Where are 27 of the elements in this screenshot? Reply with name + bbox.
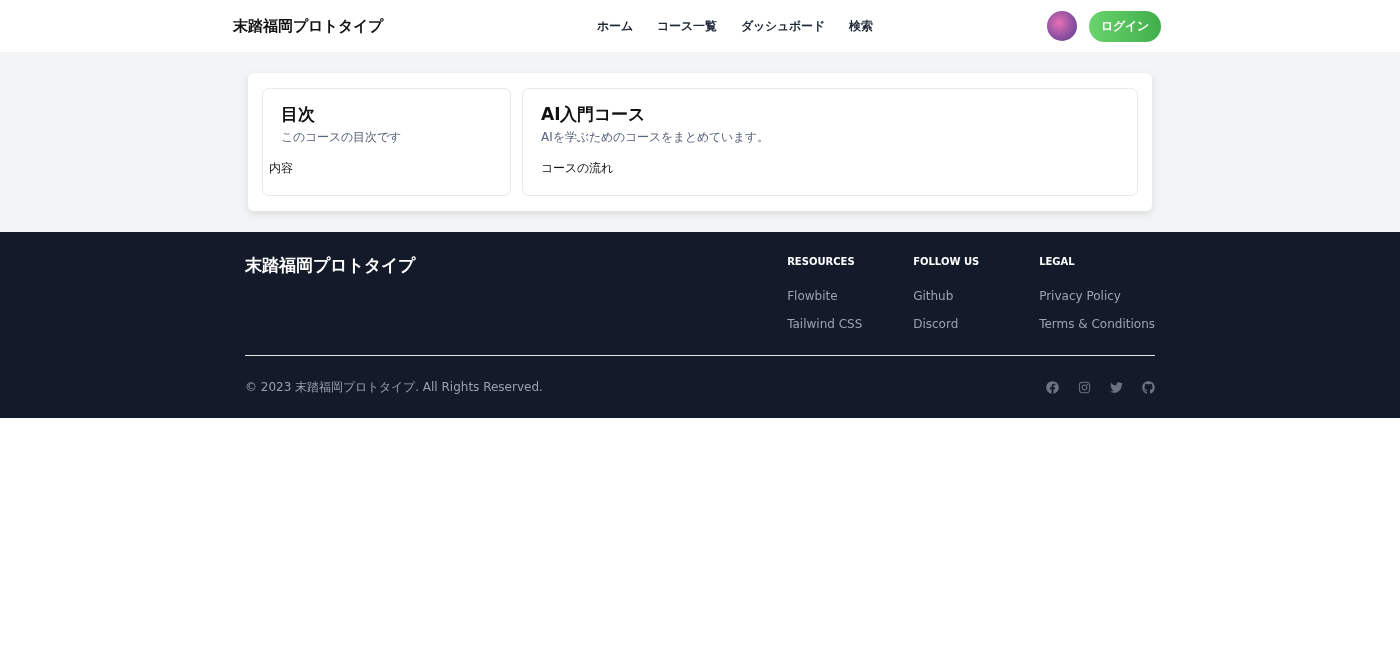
nav-link[interactable]: コース一覧 [657, 17, 717, 35]
footer-heading: RESOURCES [787, 256, 856, 267]
facebook-icon[interactable] [1046, 381, 1059, 394]
instagram-icon[interactable] [1078, 381, 1091, 394]
panel-subtitle: AIを学ぶためのコースをまとめています。 [541, 129, 770, 146]
avatar[interactable] [1047, 11, 1077, 41]
footer-link[interactable]: Terms & Conditions [1039, 317, 1155, 331]
footer-link[interactable]: Privacy Policy [1039, 289, 1155, 303]
footer-link[interactable]: Tailwind CSS [787, 317, 914, 331]
footer-heading: FOLLOW US [913, 256, 981, 267]
nav-link[interactable]: 検索 [849, 17, 873, 35]
footer-brand: 末踏福岡プロトタイプ [245, 254, 417, 277]
footer-link[interactable]: Github [913, 289, 1040, 303]
footer-link[interactable]: Discord [913, 317, 1040, 331]
panel-text: コースの流れ [541, 160, 614, 177]
nav-link[interactable]: ダッシュボード [741, 17, 825, 35]
panel-subtitle: このコースの目次です [281, 129, 402, 146]
panel-text: 内容 [269, 160, 294, 177]
panel-title: 目次 [281, 103, 316, 126]
nav-link[interactable]: ホーム [597, 17, 633, 35]
brand-title[interactable]: 末踏福岡プロトタイプ [233, 16, 383, 36]
github-icon[interactable] [1142, 381, 1155, 394]
twitter-icon[interactable] [1110, 381, 1123, 394]
copyright-text: © 2023 末踏福岡プロトタイプ. All Rights Reserved. [245, 379, 544, 396]
footer-link[interactable]: Flowbite [787, 289, 914, 303]
panel-title: AI入門コース [541, 103, 647, 126]
footer-heading: LEGAL [1039, 256, 1076, 267]
